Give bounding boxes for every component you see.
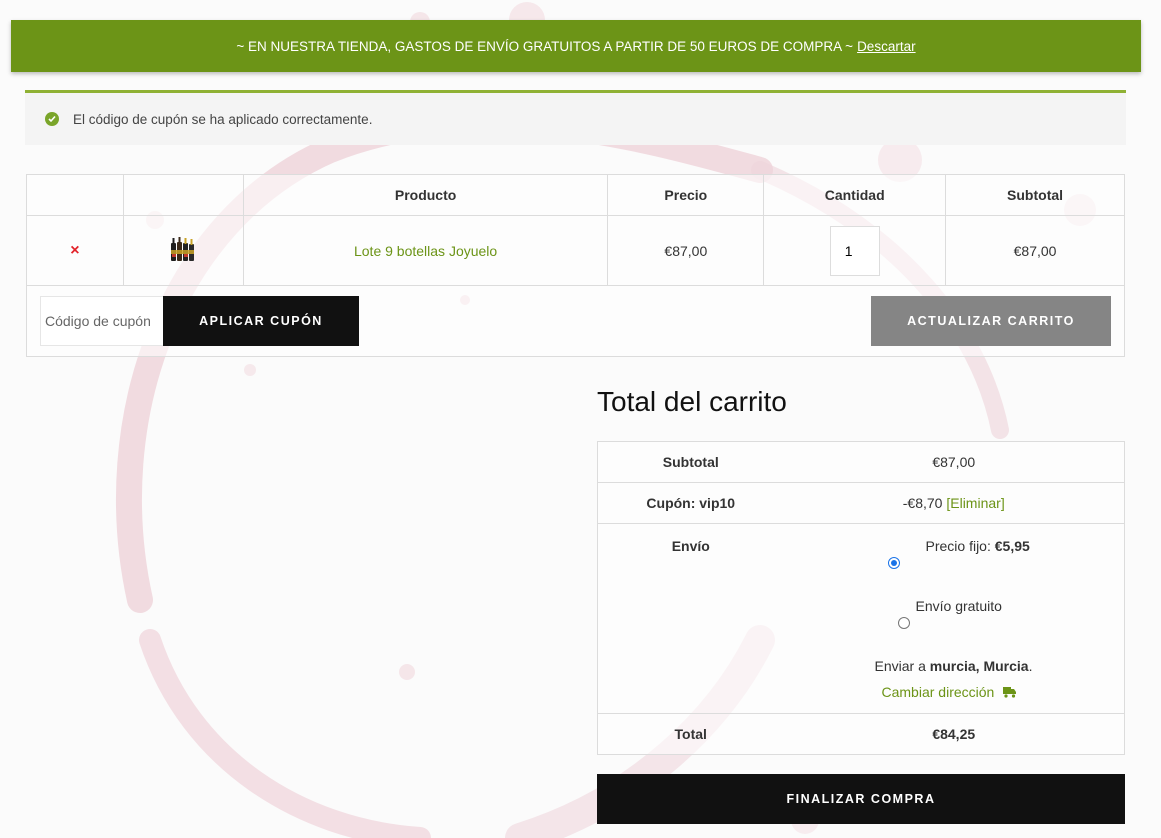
product-name-link[interactable]: Lote 9 botellas Joyuelo — [354, 243, 497, 259]
totals-total-label: Total — [597, 713, 784, 755]
totals-shipping-label: Envío — [597, 523, 784, 714]
success-message: El código de cupón se ha aplicado correc… — [25, 90, 1126, 145]
apply-coupon-button[interactable]: APLICAR CUPÓN — [163, 296, 359, 346]
header-price: Precio — [607, 174, 765, 216]
cart-actions-row: APLICAR CUPÓN ACTUALIZAR CARRITO — [26, 285, 1125, 357]
wine-bottles-image — [171, 237, 195, 261]
totals-coupon-row: Cupón: vip10 -€8,70 [Eliminar] — [597, 482, 1125, 524]
remove-coupon-link[interactable]: [Eliminar] — [946, 495, 1004, 511]
totals-coupon-label: Cupón: vip10 — [597, 482, 784, 524]
product-thumbnail[interactable] — [168, 234, 198, 267]
success-message-text: El código de cupón se ha aplicado correc… — [73, 111, 373, 127]
totals-subtotal-value: €87,00 — [932, 454, 976, 470]
product-subtotal: €87,00 — [945, 215, 1125, 286]
cart-totals-table: Subtotal €87,00 Cupón: vip10 -€8,70 [Eli… — [597, 441, 1125, 755]
shipping-option-free-radio[interactable] — [897, 617, 910, 629]
truck-icon — [1003, 687, 1017, 698]
totals-coupon-value: -€8,70 — [902, 495, 943, 511]
header-remove — [26, 174, 124, 216]
store-notice-text: ~ EN NUESTRA TIENDA, GASTOS DE ENVÍO GRA… — [236, 38, 854, 54]
totals-subtotal-row: Subtotal €87,00 — [598, 442, 1125, 483]
totals-subtotal-label: Subtotal — [662, 454, 719, 470]
dismiss-notice-link[interactable]: Descartar — [857, 39, 916, 54]
shipping-option-free-label[interactable]: Envío gratuito — [916, 598, 1002, 614]
checkout-button[interactable]: FINALIZAR COMPRA — [597, 774, 1125, 824]
table-row: × Lote 9 botellas Joyuelo €87,00 1 €87,0… — [26, 215, 1125, 286]
update-cart-button[interactable]: ACTUALIZAR CARRITO — [871, 296, 1111, 346]
shipping-option-flat-rate-label[interactable]: Precio fijo: €5,95 — [926, 538, 1030, 554]
cart-table-header: Producto Precio Cantidad Subtotal — [26, 174, 1125, 216]
change-address-link[interactable]: Cambiar dirección — [882, 684, 1018, 700]
quantity-input[interactable] — [829, 225, 880, 276]
remove-x-icon[interactable]: × — [70, 242, 79, 259]
cart-table: Producto Precio Cantidad Subtotal × Lote… — [26, 174, 1125, 357]
shipping-option-flat-rate-radio[interactable] — [887, 557, 900, 569]
header-quantity: Cantidad — [763, 174, 947, 216]
header-product: Producto — [242, 174, 609, 216]
flat-rate-price: €5,95 — [994, 538, 1030, 554]
totals-shipping-row: Envío Precio fijo: €5,95 Envío gratuito … — [597, 523, 1125, 714]
coupon-code-input[interactable] — [40, 296, 164, 346]
header-subtotal: Subtotal — [945, 174, 1125, 216]
header-thumbnail — [122, 174, 244, 216]
ship-to-location: murcia, Murcia — [929, 658, 1029, 674]
totals-total-row: Total €84,25 — [597, 713, 1125, 755]
store-notice-bar: ~ EN NUESTRA TIENDA, GASTOS DE ENVÍO GRA… — [11, 20, 1141, 72]
product-price: €87,00 — [607, 215, 765, 286]
cart-totals-title: Total del carrito — [597, 386, 787, 417]
totals-total-value: €84,25 — [783, 713, 1125, 755]
ship-to-text: Enviar a murcia, Murcia. — [874, 658, 1033, 674]
check-circle-icon — [45, 112, 59, 126]
